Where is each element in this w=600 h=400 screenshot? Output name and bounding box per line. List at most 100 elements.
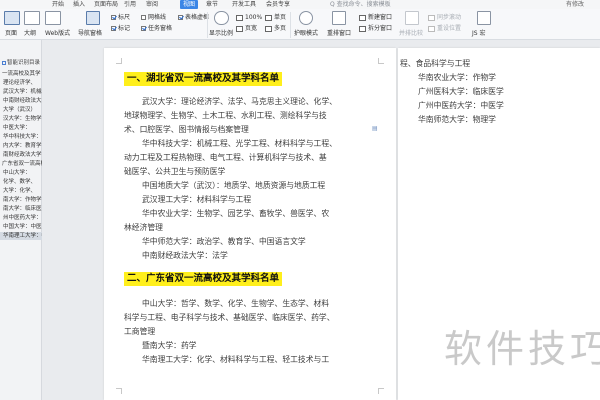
split-window-icon xyxy=(359,25,366,32)
nav-item[interactable]: 南大学：作物学 xyxy=(0,196,42,204)
task-pane-label: 任务窗格 xyxy=(148,25,173,32)
multi-page-label: 多页 xyxy=(274,25,287,32)
ruler-checkbox[interactable] xyxy=(111,15,116,20)
menu-bar: 开始 插入 页面布局 引用 审阅 视图 章节 开发工具 会员专享 Q 查找命令、… xyxy=(0,0,600,9)
nav-smart-toc[interactable]: 智能识别目录 xyxy=(2,58,40,66)
menu-review[interactable]: 审阅 xyxy=(146,0,158,9)
doc-line: 华南理工大学：化学、材料科学与工程、轻工技术与工 xyxy=(142,355,330,364)
gridline-label: 网格线 xyxy=(148,14,167,21)
wps-writer-window: 开始 插入 页面布局 引用 审阅 视图 章节 开发工具 会员专享 Q 查找命令、… xyxy=(0,0,600,400)
reset-position-label: 重设位置 xyxy=(437,25,462,32)
nav-item[interactable]: 南财经政法大学 xyxy=(0,151,42,159)
nav-item[interactable]: 广东省双一流高校及其 xyxy=(0,160,42,168)
doc-line: 础医学、公共卫生与预防医学 xyxy=(124,167,226,176)
doc-line: 武汉大学：理论经济学、法学、马克思主义理论、化学、 xyxy=(142,97,337,106)
eye-protect-icon[interactable] xyxy=(299,11,313,25)
menu-page-layout[interactable]: 页面布局 xyxy=(94,0,118,9)
doc-line: 华中科技大学：机械工程、光学工程、材料科学与工程、 xyxy=(142,139,337,148)
reset-position-button[interactable]: 重设位置 xyxy=(428,24,461,33)
nav-pane-button[interactable]: 导航窗格 xyxy=(78,28,102,37)
command-search[interactable]: Q 查找命令、搜索模板 xyxy=(330,0,391,9)
nav-item[interactable]: 汉大学：生物学 xyxy=(0,115,42,123)
ribbon-divider xyxy=(207,12,208,38)
crop-mark xyxy=(378,58,384,64)
doc-line: 中国地质大学（武汉）：地质学、地质资源与地质工程 xyxy=(142,181,326,190)
nav-item[interactable]: 州中医药大学： xyxy=(0,214,42,222)
nav-item[interactable]: 中医大学： xyxy=(0,124,42,132)
nav-item[interactable]: 理论经济学、 xyxy=(0,79,42,87)
watermark-text: 软件技巧 xyxy=(444,327,600,371)
ruler-check[interactable]: 标尺 xyxy=(111,13,130,22)
nav-item[interactable]: 武汉大学：机械工 xyxy=(0,88,42,96)
nav-item[interactable]: 大学（武汉） xyxy=(0,106,42,114)
macro-icon[interactable] xyxy=(477,11,491,25)
sync-scroll-button[interactable]: 同步滚动 xyxy=(428,13,461,22)
paragraph-layout-icon[interactable]: ▤ xyxy=(372,126,380,132)
doc-line: 动力工程及工程热物理、电气工程、计算机科学与技术、基 xyxy=(124,153,327,162)
nav-item-selected[interactable]: 华南理工大学：物理学 xyxy=(0,232,42,240)
menu-view[interactable]: 视图 xyxy=(180,0,199,9)
side-by-side-icon[interactable] xyxy=(405,11,419,25)
ruler-label: 标尺 xyxy=(118,14,131,21)
nav-item[interactable]: 中南财经政法大 xyxy=(0,97,42,105)
menu-section[interactable]: 章节 xyxy=(206,0,218,9)
nav-pane-icon[interactable] xyxy=(86,11,100,25)
nav-item[interactable]: 化学、数学、 xyxy=(0,178,42,186)
doc-line: 暨南大学：药学 xyxy=(142,341,197,350)
eye-protect-button[interactable]: 护眼模式 xyxy=(294,28,318,37)
heading-hubei: 一、湖北省双一流高校及其学科名单 xyxy=(124,72,283,86)
multi-page-button[interactable]: 多页 xyxy=(265,24,286,33)
gridline-checkbox[interactable] xyxy=(141,15,146,20)
crop-mark xyxy=(378,388,384,394)
nav-item[interactable]: 大学：化学、 xyxy=(0,187,42,195)
zoom-100-button[interactable]: 100% xyxy=(236,13,262,22)
nav-item[interactable]: 内大学：教育学 xyxy=(0,142,42,150)
display-ratio-button[interactable]: 显示比例 xyxy=(209,28,233,37)
menu-developer[interactable]: 开发工具 xyxy=(232,0,256,9)
menu-references[interactable]: 引用 xyxy=(124,0,136,9)
reset-position-icon xyxy=(428,25,435,32)
doc-line: 中山大学：哲学、数学、化学、生物学、生态学、材料 xyxy=(142,299,330,308)
table-border-check[interactable]: 表格虚框 xyxy=(178,13,209,22)
rearrange-window-button[interactable]: 重排窗口 xyxy=(327,28,351,37)
nav-title-label: 智能识别目录 xyxy=(7,60,41,66)
markup-checkbox[interactable] xyxy=(111,26,116,31)
outline-view-icon[interactable] xyxy=(24,11,40,25)
nav-item[interactable]: 中国大学：中医 xyxy=(0,223,42,231)
toc-icon xyxy=(2,60,6,65)
zoom-100-label: 100% xyxy=(245,14,263,21)
menu-insert[interactable]: 插入 xyxy=(73,0,85,9)
page-width-button[interactable]: 页宽 xyxy=(236,24,257,33)
nav-item[interactable]: 中山大学： xyxy=(0,169,42,177)
sync-scroll-label: 同步滚动 xyxy=(437,14,462,21)
rearrange-window-icon[interactable] xyxy=(332,11,346,25)
doc-line: 广州医科大学：临床医学 xyxy=(418,87,504,96)
gridline-check[interactable]: 网格线 xyxy=(141,13,166,22)
new-window-button[interactable]: 新建窗口 xyxy=(359,13,392,22)
nav-item[interactable]: 一流高校及其学 xyxy=(0,70,42,78)
multi-page-icon xyxy=(265,25,272,32)
markup-label: 标记 xyxy=(118,25,131,32)
menu-home[interactable]: 开始 xyxy=(52,0,64,9)
menu-member[interactable]: 会员专享 xyxy=(266,0,290,9)
crop-mark xyxy=(116,58,122,64)
nav-item[interactable]: 华中科技大学： xyxy=(0,133,42,141)
document-page[interactable]: 一、湖北省双一流高校及其学科名单 武汉大学：理论经济学、法学、马克思主义理论、化… xyxy=(104,48,396,400)
single-page-button[interactable]: 单页 xyxy=(265,13,286,22)
side-by-side-button[interactable]: 并排比较 xyxy=(399,28,423,37)
sync-scroll-icon xyxy=(428,14,435,21)
heading-guangdong: 二、广东省双一流高校及其学科名单 xyxy=(124,272,283,286)
nav-item[interactable]: 南大学：临床医 xyxy=(0,205,42,213)
doc-line: 科学与工程、电子科学与技术、基础医学、临床医学、药学、 xyxy=(124,313,335,322)
web-view-icon[interactable] xyxy=(45,11,61,25)
unsaved-status[interactable]: 有修改 xyxy=(566,0,584,9)
task-pane-checkbox[interactable] xyxy=(141,26,146,31)
page-view-icon[interactable] xyxy=(4,11,20,25)
table-border-checkbox[interactable] xyxy=(178,15,183,20)
zoom-icon[interactable] xyxy=(214,11,229,25)
js-macro-button[interactable]: JS 宏 xyxy=(472,28,486,37)
doc-line: 武汉理工大学：材料科学与工程 xyxy=(142,195,252,204)
markup-check[interactable]: 标记 xyxy=(111,24,130,33)
task-pane-check[interactable]: 任务窗格 xyxy=(141,24,172,33)
split-window-button[interactable]: 拆分窗口 xyxy=(359,24,392,33)
